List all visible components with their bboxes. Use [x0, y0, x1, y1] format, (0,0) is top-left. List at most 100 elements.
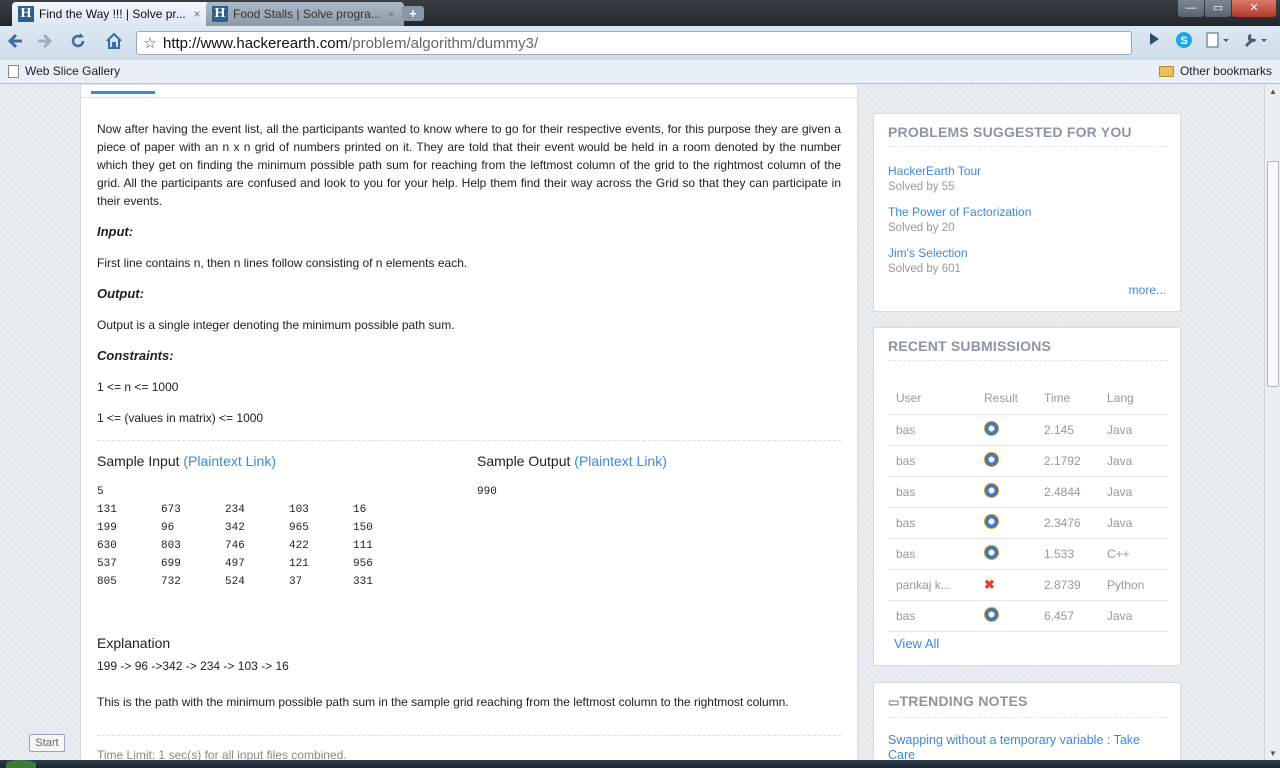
- bookmarks-bar: Web Slice Gallery Other bookmarks: [0, 60, 1280, 84]
- view-all-link[interactable]: View All: [894, 636, 939, 651]
- tab-find-the-way[interactable]: H Find the Way !!! | Solve pr... ×: [12, 2, 210, 26]
- skype-icon[interactable]: S: [1172, 31, 1196, 55]
- table-row[interactable]: bas 6.457 Java: [888, 600, 1168, 632]
- minimize-button[interactable]: —: [1178, 0, 1204, 17]
- grid-cell: 37: [289, 576, 303, 588]
- bookmark-label: Web Slice Gallery: [25, 64, 121, 78]
- close-window-button[interactable]: ✕: [1232, 0, 1276, 17]
- url-text[interactable]: http://www.hackerearth.com/problem/algor…: [163, 35, 538, 52]
- cell-result: [976, 476, 1036, 508]
- vertical-scrollbar[interactable]: ▲ ▼: [1264, 85, 1280, 760]
- grid-cell: 16: [353, 504, 367, 516]
- column-header-user: User: [888, 382, 976, 415]
- cell-lang: Python: [1099, 569, 1168, 601]
- hackerearth-favicon-icon: H: [18, 6, 34, 22]
- accepted-result-icon[interactable]: [984, 420, 999, 436]
- table-row[interactable]: bas 2.4844 Java: [888, 476, 1168, 508]
- divider: [888, 146, 1168, 147]
- sample-input-n: 5: [97, 486, 104, 498]
- page-viewport: Now after having the event list, all the…: [0, 85, 1264, 760]
- tab-close-icon[interactable]: ×: [384, 7, 398, 21]
- cell-user: bas: [888, 600, 976, 632]
- wrench-menu-icon[interactable]: [1240, 31, 1272, 55]
- grid-cell: 805: [97, 576, 117, 588]
- submissions-table: User Result Time Lang bas 2.145 Java bas 2.1…: [888, 382, 1168, 632]
- start-orb-icon[interactable]: [6, 760, 36, 768]
- taskbar: [0, 760, 1280, 768]
- accepted-result-icon[interactable]: [984, 544, 999, 560]
- cell-result: [976, 538, 1036, 570]
- tab-strip: H Find the Way !!! | Solve pr... × H Foo…: [0, 0, 1280, 26]
- output-heading: Output:: [97, 286, 144, 301]
- constraint-n: 1 <= n <= 1000: [97, 380, 179, 394]
- explanation-text: This is the path with the minimum possib…: [97, 695, 789, 709]
- grid-cell: 422: [289, 540, 309, 552]
- tab-close-icon[interactable]: ×: [190, 7, 204, 21]
- cell-time: 2.4844: [1036, 476, 1099, 508]
- table-row[interactable]: bas 2.1792 Java: [888, 445, 1168, 477]
- accepted-result-icon[interactable]: [984, 606, 999, 622]
- output-text: Output is a single integer denoting the …: [97, 318, 455, 332]
- bookmark-star-icon[interactable]: ☆: [137, 34, 163, 52]
- grid-cell: 199: [97, 522, 117, 534]
- back-arrow-icon[interactable]: [4, 31, 28, 55]
- suggested-problem-solved: Solved by 20: [888, 222, 955, 234]
- suggested-problem-link[interactable]: The Power of Factorization: [888, 205, 1031, 219]
- grid-cell: 234: [225, 504, 245, 516]
- cell-result: [976, 414, 1036, 446]
- sample-input-plaintext-link[interactable]: (Plaintext Link): [183, 453, 276, 469]
- divider: [97, 735, 841, 736]
- address-bar[interactable]: ☆ http://www.hackerearth.com/problem/alg…: [136, 31, 1132, 55]
- accepted-result-icon[interactable]: [984, 451, 999, 467]
- divider: [888, 717, 1168, 718]
- new-tab-button[interactable]: +: [402, 6, 424, 21]
- accepted-result-icon[interactable]: [984, 513, 999, 529]
- start-button[interactable]: Start: [29, 734, 65, 752]
- suggested-heading: PROBLEMS SUGGESTED FOR YOU: [888, 124, 1132, 140]
- table-row[interactable]: bas 1.533 C++: [888, 538, 1168, 570]
- trending-heading: ▭TRENDING NOTES: [888, 693, 1028, 709]
- bookmark-other-bookmarks[interactable]: Other bookmarks: [1158, 64, 1272, 78]
- grid-cell: 497: [225, 558, 245, 570]
- scrollbar-thumb[interactable]: [1267, 161, 1279, 387]
- accepted-result-icon[interactable]: [984, 482, 999, 498]
- cell-lang: C++: [1099, 538, 1168, 570]
- tab-title: Find the Way !!! | Solve pr...: [39, 7, 186, 21]
- cell-result: [976, 445, 1036, 477]
- scroll-up-icon[interactable]: ▲: [1269, 87, 1277, 96]
- cell-result: [976, 600, 1036, 632]
- grid-cell: 699: [161, 558, 181, 570]
- cell-user: bas: [888, 414, 976, 446]
- cell-time: 2.3476: [1036, 507, 1099, 539]
- page-menu-icon[interactable]: [1202, 31, 1234, 55]
- suggested-problem-link[interactable]: HackerEarth Tour: [888, 164, 981, 178]
- play-icon[interactable]: [1142, 31, 1166, 55]
- more-link[interactable]: more...: [1129, 283, 1166, 297]
- sample-output-plaintext-link[interactable]: (Plaintext Link): [574, 453, 667, 469]
- cell-result: [976, 507, 1036, 539]
- suggested-problem-link[interactable]: Jim's Selection: [888, 246, 968, 260]
- trending-note-link[interactable]: Swapping without a temporary variable : …: [888, 733, 1168, 760]
- forward-arrow-icon[interactable]: [32, 31, 56, 55]
- table-row[interactable]: bas 2.3476 Java: [888, 507, 1168, 539]
- reload-icon[interactable]: [66, 31, 90, 55]
- url-path: /problem/algorithm/dummy3/: [348, 34, 539, 52]
- home-icon[interactable]: [102, 31, 126, 55]
- cell-lang: Java: [1099, 414, 1168, 446]
- submissions-body: bas 2.145 Java bas 2.1792 Java bas 2.4844 Java ba…: [888, 414, 1168, 632]
- table-row[interactable]: bas 2.145 Java: [888, 414, 1168, 446]
- table-row[interactable]: pankaj k... ✖ 2.8739 Python: [888, 569, 1168, 601]
- grid-cell: 131: [97, 504, 117, 516]
- bookmark-label: Other bookmarks: [1179, 64, 1272, 78]
- problem-statement: Now after having the event list, all the…: [97, 122, 841, 208]
- explanation-heading: Explanation: [97, 635, 171, 651]
- bookmark-web-slice-gallery[interactable]: Web Slice Gallery: [8, 64, 120, 78]
- tab-food-stalls[interactable]: H Food Stalls | Solve progra... ×: [206, 2, 404, 26]
- maximize-button[interactable]: ▭: [1205, 0, 1231, 17]
- scroll-down-icon[interactable]: ▼: [1269, 749, 1277, 758]
- sample-input-grid: 131 673 234 103 16 199 96 342 965 150 630 803 746 422…: [97, 501, 457, 591]
- column-header-lang: Lang: [1099, 382, 1168, 415]
- grid-cell: 803: [161, 540, 181, 552]
- failed-result-icon[interactable]: ✖: [984, 577, 995, 593]
- time-limit: Time Limit: 1 sec(s) for all input files…: [97, 748, 347, 760]
